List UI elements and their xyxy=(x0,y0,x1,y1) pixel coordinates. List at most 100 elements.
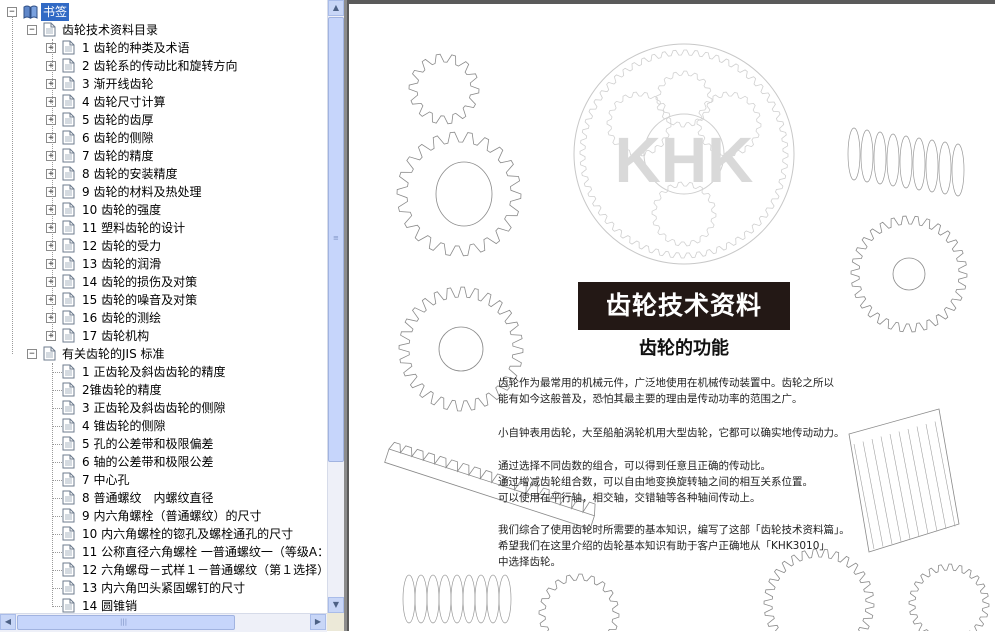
expand-toggle[interactable]: + xyxy=(46,241,56,251)
scroll-left-button[interactable]: ◀ xyxy=(0,614,16,630)
bookmark-tree: − 书签 − 齿轮技术资料目录 +1 齿轮的种类及术语 +2 齿轮系的传动比和旋转方向 +3… xyxy=(0,0,327,613)
bookmark-item[interactable]: 3 正齿轮及斜齿齿轮的侧隙 xyxy=(0,399,327,417)
tree-connector xyxy=(52,39,53,337)
bookmark-item-label: 17 齿轮机构 xyxy=(82,329,150,343)
expand-toggle[interactable]: + xyxy=(46,277,56,287)
expand-toggle[interactable]: + xyxy=(46,115,56,125)
bookmark-item[interactable]: 8 普通螺纹 内螺纹直径 xyxy=(0,489,327,507)
tree-connector xyxy=(52,408,62,409)
bookmark-item[interactable]: 14 圆锥销 xyxy=(0,597,327,613)
expand-toggle[interactable]: + xyxy=(46,169,56,179)
horizontal-scrollbar[interactable]: ◀ ||| ▶ xyxy=(0,613,327,632)
bookmark-item[interactable]: 2锥齿轮的精度 xyxy=(0,381,327,399)
tree-connector xyxy=(52,534,62,535)
bookmark-item-label: 13 内六角凹头紧固螺钉的尺寸 xyxy=(82,581,246,595)
bookmark-item[interactable]: +4 齿轮尺寸计算 xyxy=(0,93,327,111)
expand-toggle[interactable]: + xyxy=(46,223,56,233)
page-icon xyxy=(43,346,56,361)
page-icon xyxy=(62,220,75,235)
bookmark-item[interactable]: +15 齿轮的噪音及对策 xyxy=(0,291,327,309)
expand-toggle[interactable]: + xyxy=(46,43,56,53)
page-icon xyxy=(62,112,75,127)
collapse-toggle[interactable]: − xyxy=(27,349,37,359)
bookmark-item[interactable]: 10 内六角螺栓的锪孔及螺栓通孔的尺寸 xyxy=(0,525,327,543)
bookmark-item[interactable]: +16 齿轮的测绘 xyxy=(0,309,327,327)
document-title: 齿轮技术资料 xyxy=(578,282,790,330)
bookmark-item[interactable]: +6 齿轮的侧隙 xyxy=(0,129,327,147)
bookmark-item-label: 8 齿轮的安装精度 xyxy=(82,167,178,181)
bookmark-group[interactable]: − 齿轮技术资料目录 xyxy=(0,21,320,39)
expand-toggle[interactable]: + xyxy=(46,61,56,71)
grip-icon: ||| xyxy=(120,618,128,626)
bookmark-item[interactable]: 7 中心孔 xyxy=(0,471,327,489)
page-icon xyxy=(43,22,56,37)
expand-toggle[interactable]: + xyxy=(46,331,56,341)
bookmark-item[interactable]: +14 齿轮的损伤及对策 xyxy=(0,273,327,291)
bookmark-item-label: 8 普通螺纹 内螺纹直径 xyxy=(82,491,214,505)
tree-connector xyxy=(52,390,62,391)
bookmark-item[interactable]: 13 内六角凹头紧固螺钉的尺寸 xyxy=(0,579,327,597)
collapse-toggle[interactable]: − xyxy=(27,25,37,35)
scroll-right-button[interactable]: ▶ xyxy=(310,614,326,630)
bookmark-item-label: 1 齿轮的种类及术语 xyxy=(82,41,190,55)
bookmark-item-label: 3 正齿轮及斜齿齿轮的侧隙 xyxy=(82,401,226,415)
expand-toggle[interactable]: + xyxy=(46,151,56,161)
bookmark-item[interactable]: +1 齿轮的种类及术语 xyxy=(0,39,327,57)
bookmark-group-label: 齿轮技术资料目录 xyxy=(62,23,159,37)
book-icon xyxy=(23,4,38,19)
pdf-reader-window: − 书签 − 齿轮技术资料目录 +1 齿轮的种类及术语 +2 齿轮系的传动比和旋转方向 +3… xyxy=(0,0,995,632)
expand-toggle[interactable]: + xyxy=(46,97,56,107)
expand-toggle[interactable]: + xyxy=(46,313,56,323)
expand-toggle[interactable]: + xyxy=(46,133,56,143)
page-icon xyxy=(62,418,75,433)
bookmark-item[interactable]: +17 齿轮机构 xyxy=(0,327,327,345)
page-icon xyxy=(62,544,75,559)
bookmark-item[interactable]: 12 六角螺母－式样１－普通螺纹（第１选择） xyxy=(0,561,327,579)
bookmark-item-label: 2 齿轮系的传动比和旋转方向 xyxy=(82,59,238,73)
bookmark-item[interactable]: 5 孔的公差带和极限偏差 xyxy=(0,435,327,453)
page-icon xyxy=(62,202,75,217)
expand-toggle[interactable]: + xyxy=(46,205,56,215)
paragraph-line: 希望我们在这里介绍的齿轮基本知识有助于客户正确地从「KHK3010」 xyxy=(498,540,830,552)
scroll-down-button[interactable]: ▼ xyxy=(328,597,344,613)
bookmark-item-label: 11 塑料齿轮的设计 xyxy=(82,221,186,235)
tree-connector xyxy=(52,516,62,517)
scroll-up-button[interactable]: ▲ xyxy=(328,0,344,16)
horizontal-scroll-thumb[interactable]: ||| xyxy=(17,615,235,630)
bookmark-item[interactable]: 1 正齿轮及斜齿齿轮的精度 xyxy=(0,363,327,381)
expand-toggle[interactable]: + xyxy=(46,259,56,269)
page-icon xyxy=(62,238,75,253)
bookmark-item[interactable]: 9 内六角螺栓（普通螺纹）的尺寸 xyxy=(0,507,327,525)
page-icon xyxy=(62,598,75,613)
expand-toggle[interactable]: + xyxy=(46,295,56,305)
bookmark-item[interactable]: +9 齿轮的材料及热处理 xyxy=(0,183,327,201)
bookmark-item[interactable]: +12 齿轮的受力 xyxy=(0,237,327,255)
tree-connector xyxy=(52,462,62,463)
bookmark-item[interactable]: 6 轴的公差带和极限公差 xyxy=(0,453,327,471)
bookmark-item-label: 1 正齿轮及斜齿齿轮的精度 xyxy=(82,365,226,379)
page-icon xyxy=(62,490,75,505)
expand-toggle[interactable]: + xyxy=(46,187,56,197)
bookmark-item-label: 3 渐开线齿轮 xyxy=(82,77,154,91)
expand-toggle[interactable]: + xyxy=(46,79,56,89)
page-icon xyxy=(62,454,75,469)
bookmark-item[interactable]: +7 齿轮的精度 xyxy=(0,147,327,165)
bookmark-root[interactable]: − 书签 xyxy=(0,3,320,21)
bookmark-item[interactable]: +10 齿轮的强度 xyxy=(0,201,327,219)
tree-connector xyxy=(52,498,62,499)
bookmark-item[interactable]: +2 齿轮系的传动比和旋转方向 xyxy=(0,57,327,75)
bookmark-item[interactable]: +3 渐开线齿轮 xyxy=(0,75,327,93)
vertical-scrollbar[interactable]: ▲ ≡ ▼ xyxy=(327,0,344,613)
document-view[interactable]: KHK 齿轮技术资料 齿轮的功能 齿轮作为最常用的机械元件，广泛地使用在机械传动… xyxy=(347,0,995,631)
bookmark-item[interactable]: +11 塑料齿轮的设计 xyxy=(0,219,327,237)
bookmark-item[interactable]: 11 公称直径六角螺栓 一普通螺纹一（等级A： xyxy=(0,543,327,561)
vertical-scroll-thumb[interactable]: ≡ xyxy=(328,17,344,462)
bookmark-item[interactable]: +5 齿轮的齿厚 xyxy=(0,111,327,129)
bookmark-item[interactable]: +13 齿轮的润滑 xyxy=(0,255,327,273)
tree-connector xyxy=(52,552,62,553)
page-icon xyxy=(62,256,75,271)
bookmark-item[interactable]: 4 锥齿轮的侧隙 xyxy=(0,417,327,435)
bookmark-item[interactable]: +8 齿轮的安装精度 xyxy=(0,165,327,183)
bookmark-group[interactable]: − 有关齿轮的JIS 标准 xyxy=(0,345,320,363)
paragraph-line: 我们综合了使用齿轮时所需要的基本知识，编写了这部「齿轮技术资料篇」。 xyxy=(498,524,850,536)
